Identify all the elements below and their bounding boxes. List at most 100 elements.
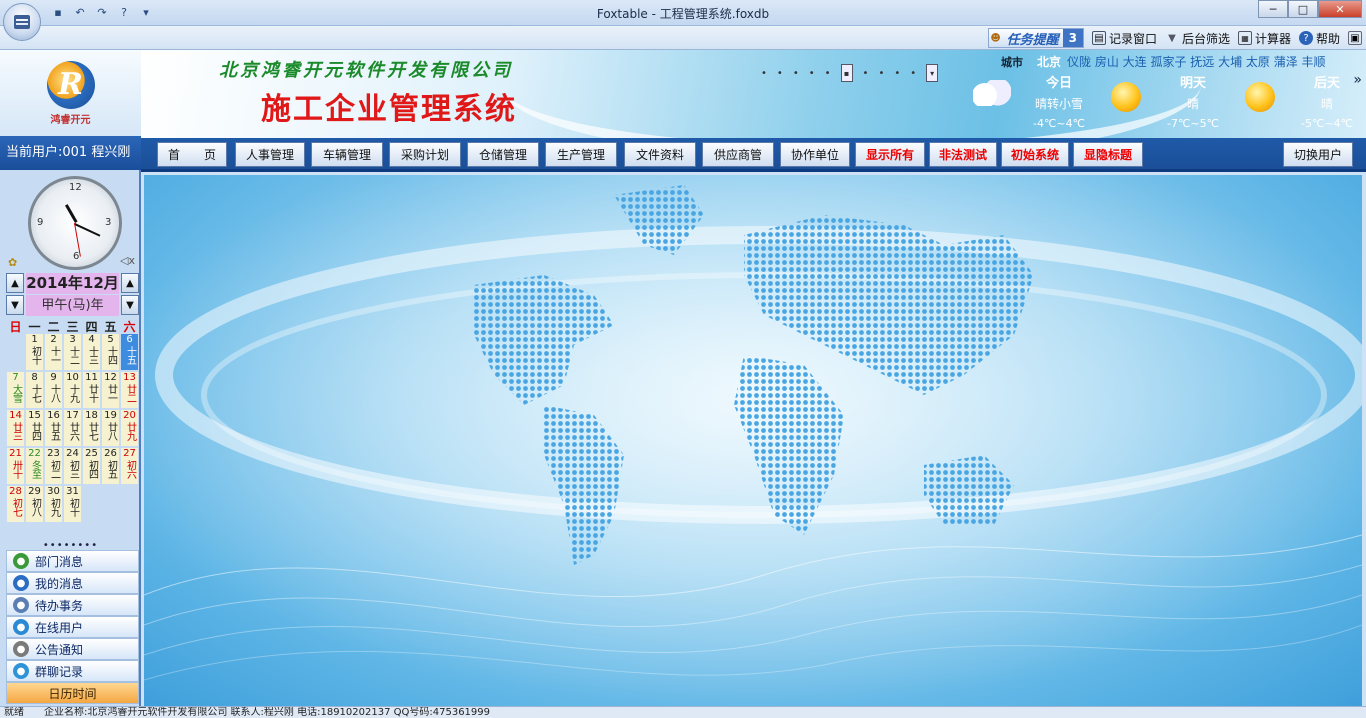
backend-filter-button[interactable]: ▼ 后台筛选 [1165,30,1230,47]
calendar-day[interactable]: 19 廿八 [102,410,119,446]
close-button[interactable]: ✕ [1318,0,1362,18]
sidebar-menu-item[interactable]: ● 在线用户 [6,616,139,638]
next-month-button[interactable]: ▼ [121,295,139,315]
calendar-day[interactable]: 27 初六 [121,448,138,484]
calendar-day[interactable]: 13 廿二 [121,372,138,408]
calendar-empty-cell [7,334,24,370]
snow-cloud-icon [973,80,1011,106]
calendar-day[interactable]: 7 大雪 [7,372,24,408]
day-temp: -4℃~4℃ [1033,117,1085,130]
calendar-day[interactable]: 20 廿九 [121,410,138,446]
pager-dot[interactable]: • [793,68,799,79]
prev-year-button[interactable]: ▲ [6,273,24,293]
pager-dot[interactable]: • [809,68,815,79]
pager-active-box[interactable]: ▪ [840,64,853,82]
sidebar-menu-item[interactable]: 日历时间 [6,682,139,704]
pager-dot[interactable]: • [863,68,869,79]
calendar-day[interactable]: 6 十五 [121,334,138,370]
calendar-lunar-date: 廿一 [105,384,117,402]
pager-dot[interactable]: • [777,68,783,79]
pager-dropdown-box[interactable]: ▾ [926,64,939,82]
calendar-day[interactable]: 2 十一 [45,334,62,370]
calendar-day[interactable]: 3 十二 [64,334,81,370]
task-person-icon: ☻ [990,32,1001,44]
prev-month-button[interactable]: ▲ [121,273,139,293]
pager-dot[interactable]: • [825,68,831,79]
nav-button[interactable]: 仓储管理 [467,142,539,167]
pager-dot[interactable]: • [761,68,767,79]
calendar-day[interactable]: 16 廿五 [45,410,62,446]
calendar-day[interactable]: 24 初三 [64,448,81,484]
calendar-day[interactable]: 29 初八 [26,486,43,522]
calendar-day[interactable]: 17 廿六 [64,410,81,446]
speaker-mute-icon[interactable]: ◁x [120,254,135,267]
calendar-day[interactable]: 30 初九 [45,486,62,522]
calendar-header: ▲ ▼ 2014年12月 甲午(马)年 ▲ ▼ [6,273,139,317]
calendar-lunar-date: 十八 [48,384,60,402]
nav-button[interactable]: 非法测试 [929,142,997,167]
application-menu-button[interactable] [3,3,41,41]
calendar-day[interactable]: 23 初二 [45,448,62,484]
calendar-day[interactable]: 11 廿十 [83,372,100,408]
calendar-day[interactable]: 15 廿四 [26,410,43,446]
task-remind-button[interactable]: ☻ 任务提醒 3 [987,28,1084,48]
minimize-button[interactable]: ─ [1258,0,1288,18]
nav-button[interactable]: 供应商管 [702,142,774,167]
next-year-button[interactable]: ▼ [6,295,24,315]
nav-button[interactable]: 显隐标题 [1073,142,1143,167]
calendar-lunar-date: 初二 [48,460,60,478]
calendar-day[interactable]: 21 卅十 [7,448,24,484]
other-cities[interactable]: 仪陇 房山 大连 孤家子 抚远 大埔 太原 蒲泽 丰顺 [1067,53,1326,70]
calendar-lunar-date: 卅十 [10,460,22,478]
calendar-day[interactable]: 25 初四 [83,448,100,484]
current-city[interactable]: 北京 [1037,53,1061,70]
calendar-day[interactable]: 9 十八 [45,372,62,408]
sidebar-menu-label: 群聊记录 [35,664,84,679]
nav-button[interactable]: 人事管理 [235,142,305,167]
alarm-icon[interactable]: ✿ [8,256,17,269]
calendar-day[interactable]: 5 十四 [102,334,119,370]
calendar-day[interactable]: 12 廿一 [102,372,119,408]
calendar-day-number: 2 [50,334,57,345]
day-name: 今日 [1045,76,1072,91]
main-content [144,175,1362,706]
switch-user-button[interactable]: 切换用户 [1283,142,1353,167]
weather-more-icon[interactable]: » [1353,72,1362,88]
calendar-day[interactable]: 18 廿七 [83,410,100,446]
calculator-button[interactable]: ▦ 计算器 [1237,30,1291,47]
nav-button[interactable]: 首 页 [157,142,227,167]
calendar-day[interactable]: 31 初十 [64,486,81,522]
nav-button[interactable]: 初始系统 [1001,142,1069,167]
record-window-button[interactable]: ▤ 记录窗口 [1091,30,1157,47]
nav-button[interactable]: 车辆管理 [311,142,383,167]
pager-dot[interactable]: • [910,68,916,79]
help-button[interactable]: ? 帮助 [1298,30,1340,47]
sidebar-menu-item[interactable]: ● 待办事务 [6,594,139,616]
nav-button[interactable]: 文件资料 [624,142,696,167]
calendar-day[interactable]: 4 十三 [83,334,100,370]
sidebar-menu-item[interactable]: ● 我的消息 [6,572,139,594]
sidebar-menu-label: 我的消息 [35,576,84,591]
calendar-day[interactable]: 22 冬至 [26,448,43,484]
sidebar-menu-item[interactable]: ● 公告通知 [6,638,139,660]
sun-icon [1111,82,1141,112]
sidebar-menu-item[interactable]: ● 群聊记录 [6,660,139,682]
calendar-day[interactable]: 1 初十 [26,334,43,370]
sidebar-menu-item[interactable]: ● 部门消息 [6,550,139,572]
nav-button[interactable]: 显示所有 [855,142,925,167]
calendar-day[interactable]: 10 十九 [64,372,81,408]
calendar-day[interactable]: 28 初七 [7,486,24,522]
pager-dot[interactable]: • [878,68,884,79]
calendar-day[interactable]: 26 初五 [102,448,119,484]
nav-button[interactable]: 协作单位 [780,142,850,167]
pager-dot[interactable]: • [894,68,900,79]
toolbar-expand-icon[interactable]: ▣ [1348,31,1362,45]
calendar-day[interactable]: 14 廿三 [7,410,24,446]
todo-icon: ● [13,597,29,613]
nav-button[interactable]: 生产管理 [545,142,617,167]
calendar-lunar-date: 廿六 [67,422,79,440]
calendar-day[interactable]: 8 十七 [26,372,43,408]
calendar-lunar-date: 初十 [67,498,79,516]
maximize-button[interactable]: □ [1288,0,1318,18]
nav-button[interactable]: 采购计划 [389,142,461,167]
